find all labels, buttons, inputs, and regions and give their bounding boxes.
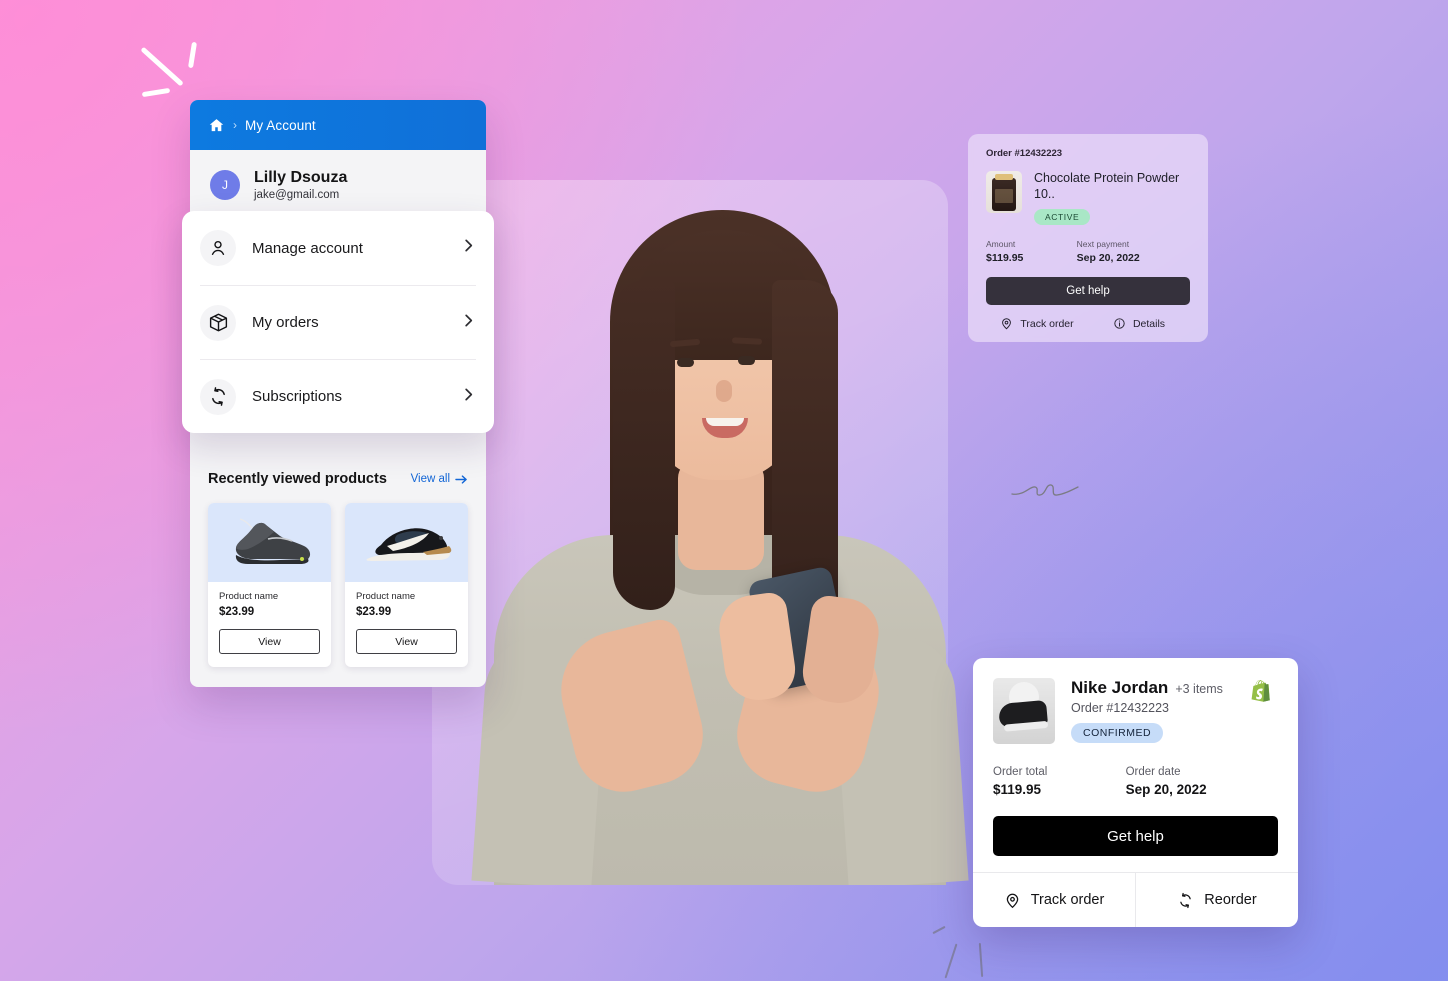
order-total-label: Order total xyxy=(993,766,1048,778)
track-order-label: Track order xyxy=(1030,892,1105,908)
decorative-squiggle-icon xyxy=(1011,484,1079,496)
refresh-icon xyxy=(1180,892,1192,908)
amount-label: Amount xyxy=(986,239,1016,250)
product-card[interactable]: Product name $23.99 View xyxy=(208,503,331,668)
person-icon xyxy=(200,230,236,266)
recently-viewed-section: Recently viewed products View all Produc… xyxy=(190,455,486,687)
menu-item-my-orders[interactable]: My orders xyxy=(200,285,476,359)
order-product-thumbnail xyxy=(993,678,1055,744)
order-product-title: Nike Jordan xyxy=(1071,678,1169,697)
subscription-product-thumbnail xyxy=(986,171,1022,213)
breadcrumb-current[interactable]: My Account xyxy=(245,118,316,133)
product-image xyxy=(345,503,468,583)
product-name: Product name xyxy=(356,591,416,603)
view-product-button[interactable]: View xyxy=(356,629,457,655)
details-label: Details xyxy=(1132,317,1166,330)
status-badge: CONFIRMED xyxy=(1071,723,1164,743)
shopify-icon xyxy=(1248,680,1278,744)
location-pin-icon xyxy=(1002,318,1012,330)
view-all-label: View all xyxy=(410,473,450,486)
reorder-label: Reorder xyxy=(1204,892,1257,908)
product-card[interactable]: Product name $23.99 View xyxy=(345,503,468,668)
account-panel: › My Account J Lilly Dsouza jake@gmail.c… xyxy=(182,100,494,688)
info-icon xyxy=(1114,318,1125,329)
subscription-order-number: Order #12432223 xyxy=(986,148,1063,159)
view-all-link[interactable]: View all xyxy=(411,473,468,485)
chevron-right-icon xyxy=(461,313,476,333)
arrow-right-icon xyxy=(455,475,467,484)
product-name: Product name xyxy=(219,591,279,603)
order-date-label: Order date xyxy=(1125,766,1181,778)
menu-item-label: Subscriptions xyxy=(252,388,343,405)
chevron-right-icon xyxy=(461,238,476,258)
get-help-button[interactable]: Get help xyxy=(986,277,1190,306)
account-menu-card: Manage account My orders Subscriptions xyxy=(182,211,494,433)
track-order-action[interactable]: Track order xyxy=(986,317,1088,330)
order-total: Order total $119.95 xyxy=(993,766,1126,797)
model-photo xyxy=(470,190,970,885)
subscription-product-title: Chocolate Protein Powder 10.. xyxy=(1034,171,1180,201)
breadcrumb-separator: › xyxy=(233,118,237,132)
package-icon xyxy=(200,304,236,341)
view-product-button[interactable]: View xyxy=(219,629,320,655)
get-help-button[interactable]: Get help xyxy=(993,816,1278,856)
subscription-next-payment: Next payment Sep 20, 2022 xyxy=(1077,239,1190,264)
menu-item-label: Manage account xyxy=(252,239,363,257)
user-name: Lilly Dsouza xyxy=(254,169,348,186)
product-price: $23.99 xyxy=(356,606,392,619)
decorative-sparkle-group xyxy=(138,38,208,103)
location-pin-icon xyxy=(1006,893,1018,908)
details-action[interactable]: Details xyxy=(1088,317,1190,330)
decorative-tick-group xyxy=(928,925,1008,979)
track-order-label: Track order xyxy=(1020,317,1074,330)
chevron-right-icon xyxy=(461,387,476,407)
home-icon[interactable] xyxy=(208,117,225,134)
amount-value: $119.95 xyxy=(986,252,1024,265)
menu-item-manage-account[interactable]: Manage account xyxy=(200,211,476,285)
product-price: $23.99 xyxy=(219,606,255,619)
avatar: J xyxy=(210,169,240,200)
reorder-action[interactable]: Reorder xyxy=(1135,873,1298,927)
subscription-card: Order #12432223 Chocolate Protein Powder… xyxy=(968,134,1208,343)
track-order-action[interactable]: Track order xyxy=(973,873,1135,927)
breadcrumb: › My Account xyxy=(190,100,486,150)
next-payment-value: Sep 20, 2022 xyxy=(1076,252,1140,265)
sneaker-icon xyxy=(235,518,310,564)
subscription-amount: Amount $119.95 xyxy=(986,239,1077,264)
order-extra-items: +3 items xyxy=(1175,682,1223,696)
product-image xyxy=(208,503,331,583)
order-number: Order #12432223 xyxy=(1071,701,1169,715)
order-date: Order date Sep 20, 2022 xyxy=(1126,766,1278,797)
refresh-icon xyxy=(200,378,236,415)
order-total-value: $119.95 xyxy=(993,782,1042,797)
menu-item-label: My orders xyxy=(252,314,319,331)
recently-viewed-title: Recently viewed products xyxy=(208,471,387,488)
next-payment-label: Next payment xyxy=(1076,239,1130,250)
sneaker-icon xyxy=(365,527,451,561)
status-badge: ACTIVE xyxy=(1034,209,1091,226)
order-date-value: Sep 20, 2022 xyxy=(1125,782,1207,797)
order-card: Nike Jordan +3 items Order #12432223 CON… xyxy=(973,658,1298,927)
user-email: jake@gmail.com xyxy=(254,189,340,202)
menu-item-subscriptions[interactable]: Subscriptions xyxy=(200,359,476,433)
